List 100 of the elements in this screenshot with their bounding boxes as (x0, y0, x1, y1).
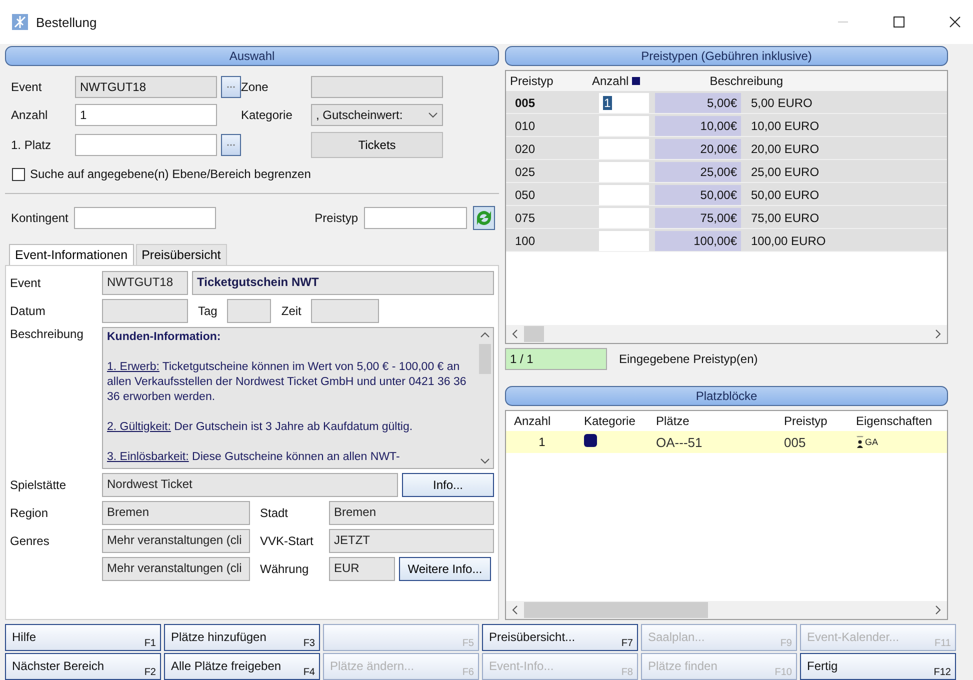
person-icon (856, 435, 864, 449)
table-cell-text: OA---51 (655, 434, 704, 450)
event-field[interactable]: NWTGUT18 (75, 76, 217, 98)
quantity-input[interactable] (599, 185, 649, 205)
tab[interactable]: Event-Informationen (9, 244, 134, 265)
table-cell-text: 10,00 EURO (750, 119, 820, 133)
refresh-button[interactable] (473, 206, 495, 230)
tickets-button[interactable]: Tickets (311, 132, 443, 158)
seat-block-row[interactable]: 1 OA---51 005 GA (506, 431, 947, 453)
table-cell-text: 020 (514, 142, 536, 156)
field-label: Datum (10, 304, 46, 318)
price-type-row[interactable]: 020 20,00€ 20,00 EURO (506, 137, 947, 160)
function-key-button[interactable]: Fertig F12 (800, 653, 956, 680)
currency-field: EUR (329, 557, 395, 581)
browse-button[interactable] (221, 134, 241, 156)
price-type-row[interactable]: 025 25,00€ 25,00 EURO (506, 160, 947, 183)
field-label: Anzahl (11, 108, 49, 122)
genre-field: Mehr veranstaltungen (cli (102, 529, 250, 553)
scroll-right-icon[interactable] (935, 329, 941, 339)
field-label: VVK-Start (259, 534, 314, 548)
field-label: Preistyp (314, 211, 358, 225)
quantity-field[interactable]: 1 (75, 104, 217, 126)
table-cell-text: 1 (538, 435, 546, 449)
horizontal-scrollbar[interactable] (506, 601, 947, 619)
table-cell-text: 50,00 EURO (750, 188, 820, 202)
table-cell-text: 050 (514, 188, 536, 202)
price-type-row[interactable]: 100 100,00€ 100,00 EURO (506, 229, 947, 252)
price-type-row[interactable]: 050 50,00€ 50,00 EURO (506, 183, 947, 206)
event-code-field: NWTGUT18 (102, 271, 188, 295)
scrollbar-thumb[interactable] (524, 326, 544, 342)
browse-button[interactable] (221, 76, 241, 98)
horizontal-scrollbar[interactable] (506, 325, 947, 343)
function-key-button[interactable]: Alle Plätze freigeben F4 (164, 653, 320, 680)
square-icon (632, 77, 640, 85)
quantity-input[interactable] (599, 162, 649, 182)
table-cell: 50,00€ (655, 185, 741, 205)
field-label: Stadt (259, 506, 290, 520)
field-label: 1. Platz (11, 138, 52, 152)
column-header: Beschreibung (710, 74, 784, 88)
section-header: Preistypen (Gebühren inklusive) (505, 46, 948, 66)
quota-field[interactable] (74, 207, 216, 229)
scroll-up-icon[interactable] (480, 332, 490, 338)
column-header: Preistyp (509, 74, 554, 88)
maximize-icon[interactable] (893, 16, 905, 28)
checkbox[interactable] (12, 168, 25, 180)
scroll-right-icon[interactable] (935, 605, 941, 615)
function-key-button[interactable]: Nächster Bereich F2 (5, 653, 161, 680)
column-header: Eigenschaften (855, 414, 934, 428)
price-type-row[interactable]: 005 1 5,00€ 5,00 EURO (506, 91, 947, 114)
field-label: Währung (259, 562, 310, 576)
field-label: Tag (197, 304, 218, 318)
function-key-button[interactable]: Preisübersicht... F7 (482, 624, 638, 651)
table-cell: 10,00€ (655, 116, 741, 136)
column-header: Plätze (655, 414, 690, 428)
table-cell-text: 75,00 EURO (750, 211, 820, 225)
function-key-button[interactable]: Hilfe F1 (5, 624, 161, 651)
scrollbar-thumb[interactable] (479, 344, 491, 374)
column-header: Kategorie (583, 414, 636, 428)
table-cell: 25,00€ (655, 162, 741, 182)
scroll-left-icon[interactable] (512, 605, 518, 615)
field-label: Zeit (280, 304, 302, 318)
close-icon[interactable] (949, 16, 961, 28)
quantity-input[interactable] (599, 139, 649, 159)
field-label: Kontingent (11, 211, 68, 225)
quantity-input[interactable]: 1 (599, 93, 649, 113)
quantity-input[interactable] (599, 208, 649, 228)
description-paragraph: 2. Gültigkeit: Der Gutschein ist 3 Jahre ab Kaufdatum gültig. (107, 420, 414, 435)
tab[interactable]: Preisübersicht (136, 244, 227, 265)
section-header: Auswahl (5, 46, 499, 66)
field-label: Event (11, 80, 43, 94)
field-label: Zone (241, 80, 270, 94)
info-button[interactable]: Info... (402, 473, 494, 497)
venue-field: Nordwest Ticket (102, 473, 398, 497)
category-dropdown[interactable]: , Gutscheinwert: (311, 104, 443, 126)
time-field (311, 299, 380, 323)
quantity-input[interactable] (599, 231, 649, 251)
count-field: 1 / 1 (505, 348, 607, 370)
function-key-button[interactable]: Plätze hinzufügen F3 (164, 624, 320, 651)
description-paragraph: 1. Erwerb: Ticketgutscheine können im Wert von 5,00 € - 100,00 € an allen Verkaufsstellen der Nordwest Ticket GmbH und unter 0421 36 36 36 erworben werden. (107, 360, 468, 405)
presale-start-field: JETZT (329, 529, 494, 553)
more-info-button[interactable]: Weitere Info... (399, 557, 491, 581)
price-type-field[interactable] (364, 207, 467, 229)
scroll-left-icon[interactable] (512, 329, 518, 339)
refresh-icon (477, 211, 491, 225)
column-header: Preistyp (783, 414, 828, 428)
day-field (227, 299, 272, 323)
table-cell-text: 005 (783, 434, 807, 450)
seat-field[interactable] (75, 134, 217, 156)
ellipsis-icon (226, 143, 236, 147)
zone-field[interactable] (311, 76, 443, 98)
field-label: Kategorie (241, 108, 294, 122)
scrollbar-thumb[interactable] (524, 602, 708, 618)
quantity-input[interactable] (599, 116, 649, 136)
column-header: Anzahl (591, 74, 629, 88)
table-cell: 75,00€ (655, 208, 741, 228)
city-field: Bremen (329, 501, 494, 525)
scroll-down-icon[interactable] (480, 458, 490, 464)
price-type-row[interactable]: 075 75,00€ 75,00 EURO (506, 206, 947, 229)
price-type-row[interactable]: 010 10,00€ 10,00 EURO (506, 114, 947, 137)
table-cell-text: 5,00 EURO (750, 96, 812, 110)
